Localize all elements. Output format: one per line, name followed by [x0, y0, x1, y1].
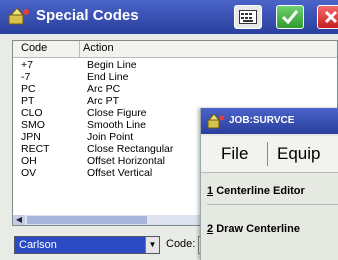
- row-code: -7: [21, 71, 31, 83]
- list-row[interactable]: PT Arc PT: [13, 95, 337, 107]
- list-row[interactable]: +7 Begin Line: [13, 59, 337, 71]
- row-code: SMO: [21, 119, 45, 131]
- row-action: Smooth Line: [87, 119, 146, 131]
- row-code: CLO: [21, 107, 43, 119]
- column-header-action[interactable]: Action: [83, 42, 114, 54]
- window-title: Special Codes: [36, 7, 139, 24]
- code-style-dropdown[interactable]: Carlson ▼: [14, 236, 160, 254]
- row-code: OH: [21, 155, 37, 167]
- column-header-code[interactable]: Code: [21, 42, 47, 54]
- app-icon: [207, 113, 225, 129]
- title-bar: Special Codes: [0, 0, 338, 34]
- menu-item-label: Centerline Editor: [216, 185, 305, 197]
- menu-item-centerline-editor[interactable]: 1 Centerline Editor: [207, 178, 338, 205]
- menu-item-number: 1: [207, 185, 214, 197]
- menu-item-draw-centerline[interactable]: 2 Draw Centerline: [207, 216, 338, 242]
- row-code: +7: [21, 59, 33, 71]
- row-action: Begin Line: [87, 59, 137, 71]
- row-action: End Line: [87, 71, 129, 83]
- row-action: Offset Horizontal: [87, 155, 166, 167]
- dropdown-arrow-icon[interactable]: ▼: [145, 237, 159, 253]
- row-action: Join Point: [87, 131, 134, 143]
- row-code: RECT: [21, 143, 50, 155]
- menu-item-label: Draw Centerline: [216, 223, 300, 235]
- checkmark-icon: [281, 10, 299, 25]
- row-code: JPN: [21, 131, 41, 143]
- menu-item-number: 2: [207, 223, 214, 235]
- row-action: Arc PT: [87, 95, 120, 107]
- close-icon: [324, 10, 338, 24]
- popup-title-bar: JOB:SURVCE: [201, 108, 338, 134]
- popup-title: JOB:SURVCE: [229, 115, 295, 126]
- row-code: OV: [21, 167, 37, 179]
- list-row[interactable]: PC Arc PC: [13, 83, 337, 95]
- list-row[interactable]: -7 End Line: [13, 71, 337, 83]
- code-label: Code:: [166, 238, 196, 250]
- app-icon: [8, 7, 29, 25]
- column-divider: [79, 41, 80, 57]
- close-button[interactable]: [317, 5, 338, 29]
- row-action: Offset Vertical: [87, 167, 153, 179]
- list-header: Code Action: [13, 41, 337, 58]
- dropdown-value: Carlson: [19, 239, 57, 251]
- menu-file[interactable]: File: [221, 144, 248, 164]
- row-action: Close Figure: [87, 107, 147, 119]
- keyboard-button[interactable]: [234, 5, 262, 29]
- menu-divider: [267, 142, 268, 166]
- ok-button[interactable]: [276, 5, 304, 29]
- row-action: Close Rectangular: [87, 143, 174, 155]
- job-popup-window: JOB:SURVCE File Equip 1 Centerline Edito…: [200, 108, 338, 260]
- row-code: PT: [21, 95, 35, 107]
- keyboard-icon: [239, 10, 257, 24]
- scroll-left-icon[interactable]: ◀: [13, 215, 25, 225]
- popup-menu-bar: File Equip: [201, 136, 338, 173]
- row-code: PC: [21, 83, 36, 95]
- row-action: Arc PC: [87, 83, 121, 95]
- menu-equip[interactable]: Equip: [277, 144, 320, 164]
- scrollbar-thumb[interactable]: [27, 216, 147, 224]
